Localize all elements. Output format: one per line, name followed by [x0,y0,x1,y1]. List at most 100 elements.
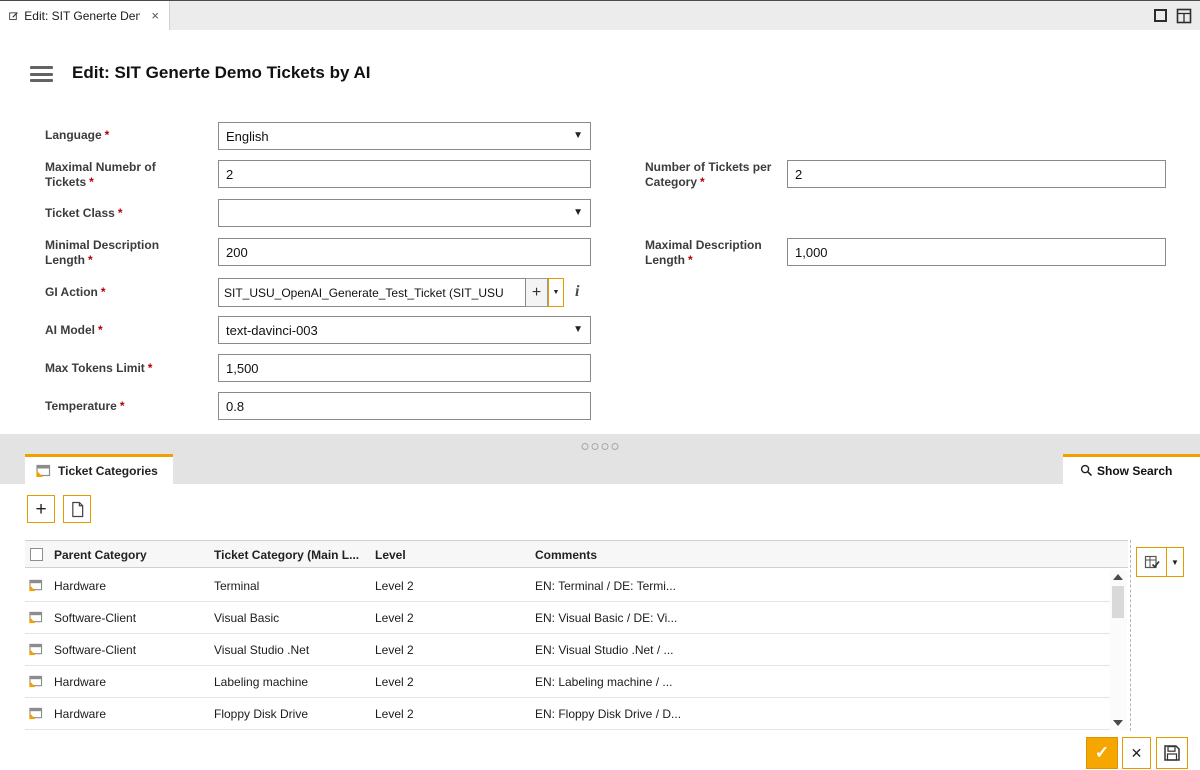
ai-model-select[interactable]: text-davinci-003 ▼ [218,316,591,344]
vertical-scrollbar[interactable] [1110,570,1127,730]
temperature-input[interactable] [218,392,591,420]
minimal-description-length-input[interactable] [218,238,591,266]
column-header-level[interactable]: Level [375,548,406,562]
tab-close-icon[interactable]: × [151,8,159,23]
cell-level: Level 2 [375,611,414,625]
label-minimal-description-length: Minimal Description Length * [45,238,160,267]
show-search-label: Show Search [1097,463,1173,478]
cell-parent-category: Hardware [54,707,107,721]
table-row[interactable]: Hardware Labeling machine Level 2 EN: La… [25,666,1110,698]
chevron-down-icon: ▼ [573,324,583,335]
search-icon [1080,464,1093,477]
label-temperature: Temperature * [45,399,125,413]
cell-parent-category: Hardware [54,579,107,593]
tab-ticket-categories[interactable]: Ticket Categories [25,454,173,484]
category-icon [28,579,43,592]
chevron-down-icon: ▼ [573,130,583,141]
column-header-comments[interactable]: Comments [535,548,597,562]
add-row-button[interactable]: + [27,495,55,523]
gi-action-dropdown-icon[interactable]: ▼ [548,278,564,307]
cell-parent-category: Hardware [54,675,107,689]
save-button[interactable] [1156,737,1188,769]
table-row[interactable]: Hardware Floppy Disk Drive Level 2 EN: F… [25,698,1110,730]
cell-comments: EN: Floppy Disk Drive / D... [535,707,682,721]
label-language: Language * [45,128,110,142]
maximal-number-of-tickets-input[interactable] [218,160,591,188]
cell-ticket-category: Floppy Disk Drive [214,707,309,721]
scrollbar-thumb[interactable] [1112,586,1124,618]
done-button[interactable]: ✓ [1086,737,1118,769]
label-maximal-number-of-tickets: Maximal Numebr of Tickets * [45,160,156,189]
pager-dot[interactable] [611,443,619,450]
layout-icon[interactable] [1176,8,1192,24]
tab-ticket-categories-label: Ticket Categories [58,463,158,478]
column-header-parent-category[interactable]: Parent Category [54,548,147,562]
chevron-down-icon: ▼ [1171,557,1179,567]
tab-title: Edit: SIT Generte Demo Tick... [24,8,140,23]
pager-dot[interactable] [581,443,589,450]
cell-level: Level 2 [375,579,414,593]
column-options-button[interactable]: ▼ [1136,547,1184,577]
section-divider-band [0,434,1200,484]
language-select[interactable]: English ▼ [218,122,591,150]
cell-parent-category: Software-Client [54,611,137,625]
cell-comments: EN: Labeling machine / ... [535,675,673,689]
app-tab[interactable]: Edit: SIT Generte Demo Tick... × [0,1,170,30]
cell-ticket-category: Labeling machine [214,675,309,689]
window-controls [1154,1,1200,30]
ai-model-select-value: text-davinci-003 [226,322,318,338]
max-tokens-limit-input[interactable] [218,354,591,382]
select-all-checkbox[interactable] [30,548,43,561]
category-icon [28,611,43,624]
label-gi-action: GI Action * [45,285,106,299]
edit-icon [9,9,18,22]
add-reference-button[interactable]: + [526,278,548,307]
cell-comments: EN: Terminal / DE: Termi... [535,579,676,593]
category-icon [28,643,43,656]
category-icon [28,675,43,688]
label-maximal-description-length: Maximal Description Length * [645,238,762,267]
label-tickets-per-category: Number of Tickets per Category * [645,160,772,189]
category-icon [28,707,43,720]
table-row[interactable]: Hardware Terminal Level 2 EN: Terminal /… [25,570,1110,602]
pager-dots [581,443,619,450]
cell-comments: EN: Visual Studio .Net / ... [535,643,674,657]
label-max-tokens-limit: Max Tokens Limit * [45,361,153,375]
pager-dot[interactable] [591,443,599,450]
table-header: Parent Category Ticket Category (Main L.… [25,540,1128,568]
table-row[interactable]: Software-Client Visual Basic Level 2 EN:… [25,602,1110,634]
tab-bar: Edit: SIT Generte Demo Tick... × [0,0,1200,30]
tickets-per-category-input[interactable] [787,160,1166,188]
maximal-description-length-input[interactable] [787,238,1166,266]
chevron-down-icon: ▼ [573,207,583,218]
cell-ticket-category: Visual Basic [214,611,280,625]
gi-action-field: + ▼ [218,278,564,307]
label-ticket-class: Ticket Class * [45,206,123,220]
scroll-down-icon[interactable] [1113,720,1123,726]
cell-ticket-category: Visual Studio .Net [214,643,310,657]
cell-ticket-category: Terminal [214,579,260,593]
ticket-class-select[interactable]: ▼ [218,199,591,227]
save-icon [1163,744,1181,762]
info-icon[interactable]: i [575,283,579,301]
category-icon [35,464,51,478]
cell-level: Level 2 [375,643,414,657]
column-settings-icon [1137,548,1166,576]
new-document-icon [70,501,85,518]
menu-icon[interactable] [30,66,53,82]
new-document-button[interactable] [63,495,91,523]
maximize-icon[interactable] [1154,9,1167,22]
cell-parent-category: Software-Client [54,643,137,657]
pager-dot[interactable] [601,443,609,450]
column-header-ticket-category[interactable]: Ticket Category (Main L... [214,548,359,562]
label-ai-model: AI Model * [45,323,103,337]
show-search-button[interactable]: Show Search [1063,454,1200,484]
scroll-up-icon[interactable] [1113,574,1123,580]
cancel-button[interactable]: ✕ [1122,737,1151,769]
cell-level: Level 2 [375,707,414,721]
cell-comments: EN: Visual Basic / DE: Vi... [535,611,678,625]
language-select-value: English [226,128,269,144]
table-row[interactable]: Software-Client Visual Studio .Net Level… [25,634,1110,666]
gi-action-input[interactable] [218,278,526,307]
page-title: Edit: SIT Generte Demo Tickets by AI [72,63,371,82]
